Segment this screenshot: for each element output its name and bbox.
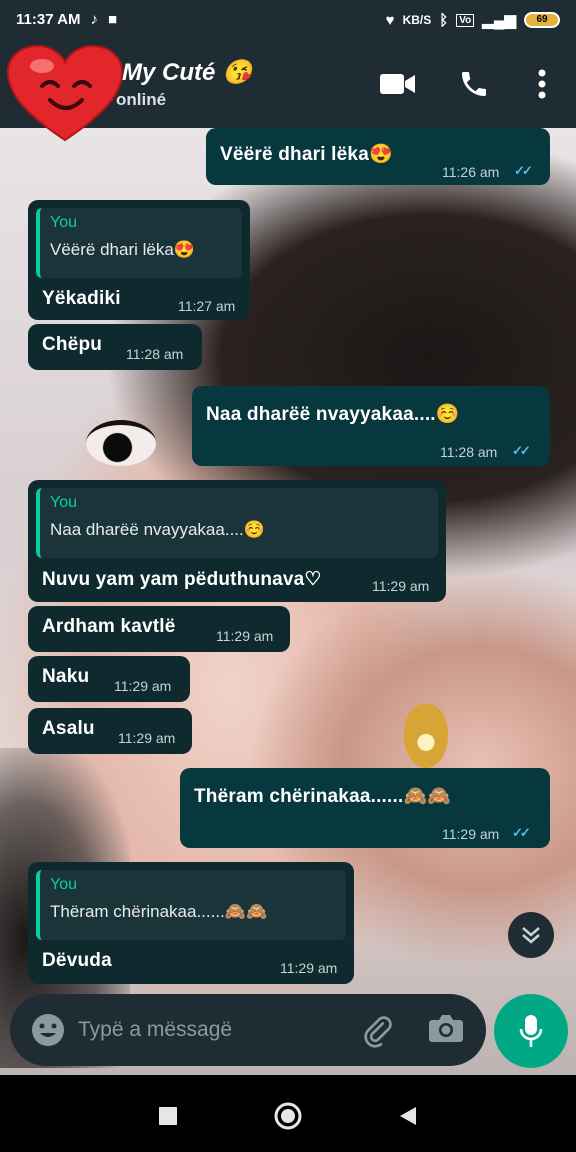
- message-text: Chëpu: [42, 334, 103, 355]
- message-bubble-incoming[interactable]: Asalu 11:29 am: [28, 708, 192, 754]
- emoji-icon: [32, 1014, 64, 1046]
- more-vert-icon: [538, 69, 546, 99]
- microphone-icon: [519, 1015, 543, 1047]
- quoted-message[interactable]: You Vëërë dhari lëka😍: [36, 208, 242, 278]
- triangle-back-icon: [400, 1107, 416, 1125]
- read-receipt-icon: ✓✓: [514, 163, 533, 178]
- paperclip-icon: [364, 1016, 392, 1048]
- volte-icon: Vo: [456, 13, 475, 27]
- double-chevron-down-icon: [522, 927, 540, 944]
- camera-icon: [429, 1015, 463, 1042]
- message-text: Yëkadiki: [42, 288, 121, 309]
- contact-name-emoji: 😘: [222, 59, 252, 86]
- quoted-author: You: [50, 494, 77, 511]
- quoted-text: Naa dharëë nvayyakaa....☺️: [50, 520, 265, 539]
- contact-name[interactable]: My Cuté 😘: [122, 58, 252, 87]
- message-bubble-incoming[interactable]: You Naa dharëë nvayyakaa....☺️ Nuvu yam …: [28, 480, 446, 602]
- message-bubble-outgoing[interactable]: Naa dharëë nvayyakaa....☺️ 11:28 am ✓✓: [192, 386, 550, 466]
- video-call-button[interactable]: [378, 66, 418, 102]
- tiktok-icon: ♪: [90, 11, 98, 28]
- message-time: 11:29 am: [372, 578, 430, 594]
- message-bubble-incoming[interactable]: You Thëram chërinakaa......🙈🙈 Dëvuda 11:…: [28, 862, 354, 984]
- message-time: 11:28 am: [440, 444, 498, 460]
- recents-button[interactable]: [152, 1100, 184, 1132]
- quoted-author: You: [50, 876, 77, 893]
- message-text: Vëërë dhari lëka😍: [220, 144, 393, 165]
- message-text: Asalu: [42, 718, 95, 739]
- quoted-author: You: [50, 214, 77, 231]
- chat-header[interactable]: My Cuté 😘 onliné: [0, 40, 576, 142]
- message-time: 11:26 am: [442, 164, 500, 180]
- bluetooth-icon: ᛒ: [439, 11, 449, 29]
- message-text: Nuvu yam yam pëduthunava♡: [42, 569, 322, 590]
- message-composer: [10, 994, 486, 1066]
- message-time: 11:29 am: [280, 960, 338, 976]
- scroll-to-bottom-button[interactable]: [508, 912, 554, 958]
- message-time: 11:28 am: [126, 346, 184, 362]
- message-time: 11:29 am: [216, 628, 274, 644]
- attach-button[interactable]: [360, 1012, 396, 1048]
- chat-area[interactable]: Vëërë dhari lëka😍 11:26 am ✓✓ You Vëërë …: [0, 128, 576, 1075]
- signal-icon: ▂▄▆: [482, 12, 516, 29]
- contact-name-text: My Cuté: [122, 59, 216, 86]
- video-call-icon: [380, 74, 415, 94]
- read-receipt-icon: ✓✓: [512, 443, 531, 458]
- wallpaper-eye: [86, 420, 156, 466]
- message-text: Ardham kavtlë: [42, 616, 176, 637]
- emoji-button[interactable]: [30, 1012, 66, 1048]
- quoted-message[interactable]: You Naa dharëë nvayyakaa....☺️: [36, 488, 438, 558]
- quoted-message[interactable]: You Thëram chërinakaa......🙈🙈: [36, 870, 346, 940]
- avatar[interactable]: [6, 44, 124, 144]
- square-icon: [159, 1107, 177, 1125]
- heart-icon: ♥: [385, 11, 395, 29]
- video-camera-icon: ■: [107, 11, 118, 28]
- voice-call-button[interactable]: [454, 66, 494, 102]
- message-time: 11:27 am: [178, 298, 236, 314]
- message-text: Naa dharëë nvayyakaa....☺️: [206, 404, 460, 425]
- wallpaper-earring: [404, 704, 448, 768]
- message-bubble-incoming[interactable]: Ardham kavtlë 11:29 am: [28, 606, 290, 652]
- message-input[interactable]: [78, 1012, 348, 1048]
- home-button[interactable]: [272, 1100, 304, 1132]
- message-text: Naku: [42, 666, 90, 687]
- phone-icon: [462, 72, 486, 96]
- status-time: 11:37 AM: [16, 11, 81, 28]
- net-speed: KB/S: [402, 13, 432, 27]
- quoted-text: Vëërë dhari lëka😍: [50, 240, 195, 259]
- android-nav-bar: [0, 1078, 576, 1152]
- message-bubble-incoming[interactable]: You Vëërë dhari lëka😍 Yëkadiki 11:27 am: [28, 200, 250, 320]
- quoted-text: Thëram chërinakaa......🙈🙈: [50, 902, 268, 921]
- message-bubble-incoming[interactable]: Naku 11:29 am: [28, 656, 190, 702]
- circle-home-icon: [274, 1102, 302, 1130]
- back-button[interactable]: [392, 1100, 424, 1132]
- message-time: 11:29 am: [442, 826, 500, 842]
- message-bubble-outgoing[interactable]: Thëram chërinakaa......🙈🙈 11:29 am ✓✓: [180, 768, 550, 848]
- message-time: 11:29 am: [118, 730, 176, 746]
- message-text: Dëvuda: [42, 950, 112, 971]
- battery-icon: 69: [524, 12, 560, 28]
- heart-avatar-icon: [6, 44, 124, 142]
- message-bubble-incoming[interactable]: Chëpu 11:28 am: [28, 324, 202, 370]
- camera-button[interactable]: [428, 1012, 466, 1048]
- status-bar: 11:37 AM ♪ ■ ♥ KB/S ᛒ Vo ▂▄▆ 69: [0, 0, 576, 40]
- message-bubble-outgoing[interactable]: Vëërë dhari lëka😍 11:26 am ✓✓: [206, 128, 550, 185]
- read-receipt-icon: ✓✓: [512, 825, 531, 840]
- message-text: Thëram chërinakaa......🙈🙈: [194, 786, 452, 807]
- message-time: 11:29 am: [114, 678, 172, 694]
- more-options-button[interactable]: [522, 66, 562, 102]
- voice-message-button[interactable]: [494, 994, 568, 1068]
